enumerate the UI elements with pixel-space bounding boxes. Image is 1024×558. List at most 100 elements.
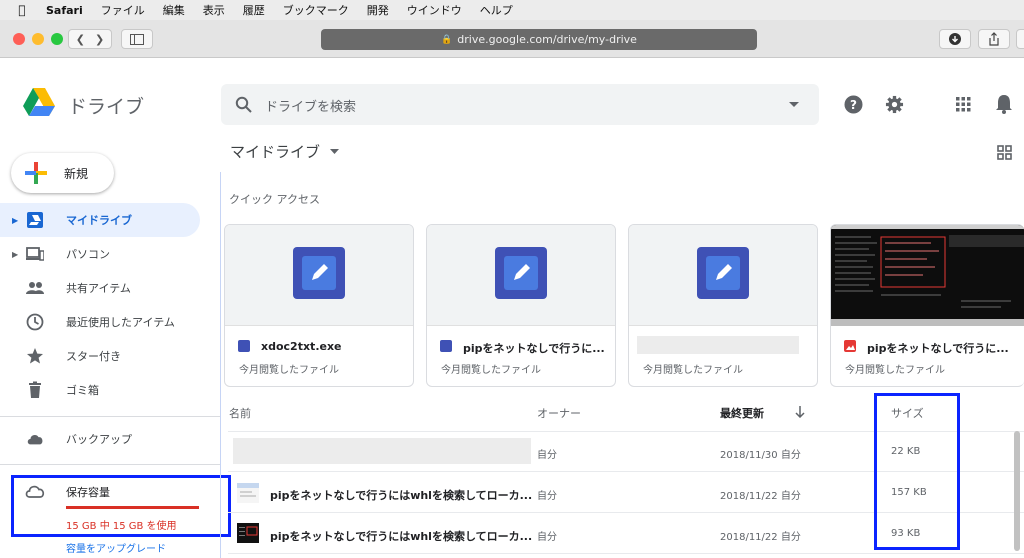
drive-logo-icon <box>23 88 55 116</box>
sidebar-item-trash[interactable]: ゴミ箱 <box>0 373 200 407</box>
svg-text:?: ? <box>850 98 857 112</box>
menu-app-name[interactable]: Safari <box>46 4 83 17</box>
gear-icon[interactable] <box>885 95 904 114</box>
card-file-name: pipをネットなしで行うに... <box>463 342 605 355</box>
column-header-modified[interactable]: 最終更新 <box>720 405 764 421</box>
card-thumbnail <box>629 225 817 326</box>
terminal-screenshot-thumbnail <box>831 225 1024 326</box>
expand-arrow-icon[interactable]: ▶ <box>12 216 18 225</box>
sidebar-item-starred[interactable]: スター付き <box>0 339 200 373</box>
back-icon[interactable]: ❮ <box>76 33 85 46</box>
column-header-name[interactable]: 名前 <box>229 405 251 421</box>
menu-help[interactable]: ヘルプ <box>480 2 513 18</box>
menu-edit[interactable]: 編集 <box>163 2 185 18</box>
scrollbar[interactable] <box>1014 431 1020 551</box>
menu-bookmarks[interactable]: ブックマーク <box>283 2 349 18</box>
quick-access-title: クイック アクセス <box>229 193 320 206</box>
file-doc-icon <box>697 247 749 299</box>
sidebar-item-computers[interactable]: ▶ パソコン <box>0 237 200 271</box>
file-modified: 2018/11/22 自分 <box>720 491 801 502</box>
sidebar-item-label: ゴミ箱 <box>66 384 99 397</box>
breadcrumb[interactable]: マイドライブ <box>230 141 320 162</box>
quick-access-card[interactable]: xdoc2txt.exe 今月閲覧したファイル <box>224 224 414 387</box>
forward-icon[interactable]: ❯ <box>95 33 104 46</box>
menu-view[interactable]: 表示 <box>203 2 225 18</box>
file-name[interactable]: pipをネットなしで行うにはwhlを検索してローカ... <box>270 487 532 503</box>
grid-view-icon[interactable] <box>997 145 1012 160</box>
plus-icon <box>25 162 47 184</box>
menu-file[interactable]: ファイル <box>101 2 145 18</box>
close-window-icon[interactable] <box>13 33 25 45</box>
help-icon[interactable]: ? <box>844 95 863 114</box>
minimize-window-icon[interactable] <box>32 33 44 45</box>
quick-access-card[interactable]: 今月閲覧したファイル <box>628 224 818 387</box>
sidebar-item-shared[interactable]: 共有アイテム <box>0 271 200 305</box>
share-icon <box>989 32 999 46</box>
sidebar-toggle-button[interactable] <box>121 29 153 49</box>
new-button[interactable]: 新規 <box>11 153 114 193</box>
cloud-icon <box>27 434 43 445</box>
card-subtitle: 今月閲覧したファイル <box>643 365 743 376</box>
drive-app: ドライブ ドライブを検索 ? 新規 ▶ マイドライブ ▶ パソコン 共有アイテム <box>0 59 1024 558</box>
url-text: drive.google.com/drive/my-drive <box>457 33 637 46</box>
file-type-icon <box>440 340 452 352</box>
download-icon <box>949 33 961 45</box>
people-icon <box>26 282 44 294</box>
card-subtitle: 今月閲覧したファイル <box>441 365 541 376</box>
new-button-label: 新規 <box>64 167 89 181</box>
quick-access-card[interactable]: pipをネットなしで行うに... 今月閲覧したファイル <box>426 224 616 387</box>
sidebar-item-label: バックアップ <box>66 433 132 446</box>
lock-icon: 🔒 <box>441 34 453 45</box>
sidebar-item-label: スター付き <box>66 350 121 363</box>
computer-icon <box>26 247 44 261</box>
apple-icon[interactable]:  <box>14 3 30 17</box>
zoom-window-icon[interactable] <box>51 33 63 45</box>
file-doc-icon <box>293 247 345 299</box>
file-modified: 2018/11/30 自分 <box>720 450 801 461</box>
sort-arrow-down-icon[interactable] <box>795 406 805 418</box>
star-icon <box>27 348 43 364</box>
sidebar-item-recent[interactable]: 最近使用したアイテム <box>0 305 200 339</box>
apps-grid-icon[interactable] <box>956 97 971 112</box>
quick-access-card[interactable]: pipをネットなしで行うに... 今月閲覧したファイル <box>830 224 1024 387</box>
sidebar-item-label: 最近使用したアイテム <box>66 316 175 329</box>
search-bar[interactable]: ドライブを検索 <box>221 84 819 125</box>
card-subtitle: 今月閲覧したファイル <box>845 365 945 376</box>
new-tab-button[interactable] <box>1016 29 1024 49</box>
sidebar-item-label: マイドライブ <box>66 214 132 227</box>
browser-toolbar: ❮ ❯ 🔒 drive.google.com/drive/my-drive <box>0 20 1024 58</box>
redacted-name <box>637 336 799 354</box>
sidebar-item-my-drive[interactable]: ▶ マイドライブ <box>0 203 200 237</box>
menu-window[interactable]: ウインドウ <box>407 2 462 18</box>
card-thumbnail <box>427 225 615 326</box>
redacted-file-name <box>233 438 531 464</box>
storage-highlight-box <box>11 475 231 537</box>
file-type-icon <box>238 340 250 352</box>
search-icon <box>235 96 252 113</box>
file-owner: 自分 <box>537 450 557 461</box>
drive-icon <box>27 212 43 228</box>
clock-icon <box>26 313 44 331</box>
search-options-icon[interactable] <box>789 102 799 108</box>
chevron-down-icon[interactable] <box>330 149 339 154</box>
address-bar[interactable]: 🔒 drive.google.com/drive/my-drive <box>321 29 757 50</box>
column-header-owner[interactable]: オーナー <box>537 405 581 421</box>
search-input[interactable]: ドライブを検索 <box>265 96 356 115</box>
file-thumbnail-icon <box>237 523 259 543</box>
downloads-button[interactable] <box>939 29 971 49</box>
menu-history[interactable]: 履歴 <box>243 2 265 18</box>
screenshot-image <box>831 225 1024 326</box>
back-forward-buttons[interactable]: ❮ ❯ <box>68 29 112 49</box>
file-doc-icon <box>495 247 547 299</box>
notifications-bell-icon[interactable] <box>995 94 1013 114</box>
image-file-icon <box>844 340 856 352</box>
expand-arrow-icon[interactable]: ▶ <box>12 250 18 259</box>
file-owner: 自分 <box>537 491 557 502</box>
sidebar-item-backup[interactable]: バックアップ <box>0 422 200 456</box>
macos-menubar:  Safari ファイル 編集 表示 履歴 ブックマーク 開発 ウインドウ ヘ… <box>0 0 1024 20</box>
menu-develop[interactable]: 開発 <box>367 2 389 18</box>
share-button[interactable] <box>978 29 1010 49</box>
file-name[interactable]: pipをネットなしで行うにはwhlを検索してローカ... <box>270 528 532 544</box>
upgrade-storage-link[interactable]: 容量をアップグレード <box>66 540 166 555</box>
card-thumbnail <box>225 225 413 326</box>
